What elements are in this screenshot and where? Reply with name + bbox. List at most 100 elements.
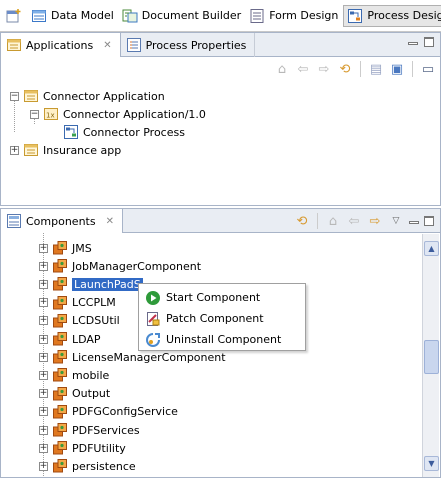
link-editor-icon[interactable]: ▣ [389, 61, 405, 77]
minimize-icon[interactable] [408, 41, 418, 45]
tab-components[interactable]: Components ✕ [1, 209, 123, 233]
view-menu-icon[interactable]: ▭ [420, 61, 436, 77]
tree-item-label: Connector Application [43, 89, 165, 103]
close-tab-icon[interactable]: ✕ [103, 40, 111, 51]
component-icon [53, 241, 67, 255]
perspective-form-design[interactable]: Form Design [246, 5, 343, 27]
scroll-up-button[interactable]: ▲ [424, 241, 439, 256]
component-item-label: LaunchPadS [72, 277, 143, 291]
component-icon [53, 404, 67, 419]
perspective-bar: Data Model Document Builder Form Design … [0, 0, 441, 32]
component-item[interactable]: + PDFUtility [39, 439, 126, 457]
applications-tab-row: Applications ✕ Process Properties [1, 33, 440, 57]
collapse-toggle[interactable]: − [10, 91, 19, 101]
tree-item-label: Connector Application/1.0 [63, 107, 206, 121]
collapse-all-icon[interactable]: ▤ [368, 61, 384, 77]
expand-toggle[interactable]: + [10, 145, 19, 155]
component-icon [53, 332, 67, 346]
component-item[interactable]: + LCCPLM [39, 294, 116, 312]
perspective-document-builder-label: Document Builder [141, 9, 242, 22]
component-item[interactable]: + Output [39, 385, 110, 403]
component-icon [53, 295, 67, 310]
expand-toggle[interactable]: + [39, 298, 48, 308]
tree-item-insurance-app[interactable]: + Insurance app [10, 141, 121, 159]
view-menu-icon[interactable]: ▽ [388, 213, 404, 229]
component-item-label: LCCPLM [72, 296, 116, 310]
component-item[interactable]: + LCDSUtil [39, 312, 120, 330]
component-icon [53, 459, 67, 473]
tab-process-properties[interactable]: Process Properties [121, 33, 256, 57]
tree-item-connector-process[interactable]: Connector Process [63, 123, 185, 141]
close-tab-icon[interactable]: ✕ [106, 216, 114, 227]
perspective-data-model[interactable]: Data Model [28, 5, 119, 27]
component-item-label: JobManagerComponent [72, 259, 202, 273]
expand-toggle[interactable]: + [39, 316, 48, 326]
expand-toggle[interactable]: + [39, 389, 48, 399]
component-item-label: JMS [72, 241, 92, 255]
toolbar-separator [317, 213, 318, 229]
component-icon [53, 386, 67, 401]
toolbar-separator [412, 61, 413, 77]
maximize-icon[interactable] [424, 37, 434, 47]
component-item-label: LicenseManagerComponent [72, 350, 226, 364]
tree-item-connector-application-version[interactable]: − 1x Connector Application/1.0 [30, 105, 206, 123]
expand-toggle[interactable]: + [39, 370, 48, 380]
perspective-open-button[interactable] [2, 5, 28, 27]
properties-icon [126, 38, 141, 52]
component-icon [53, 368, 67, 382]
component-item[interactable]: + persistence [39, 457, 136, 475]
minimize-icon[interactable] [409, 220, 419, 224]
home-icon[interactable]: ⌂ [274, 61, 290, 77]
scroll-down-button[interactable]: ▼ [424, 456, 439, 471]
component-item[interactable]: + JobManagerComponent [39, 257, 201, 275]
applications-toolbar: ⌂ ⇦ ⇨ ⟲ ▤ ▣ ▭ [1, 57, 440, 81]
perspective-process-design[interactable]: Process Design [343, 4, 441, 27]
component-item-label: mobile [72, 368, 110, 382]
component-item[interactable]: + PDFGConfigService [39, 403, 178, 421]
tree-item-label: Insurance app [43, 143, 122, 157]
home-icon[interactable]: ⌂ [325, 213, 341, 229]
perspective-document-builder[interactable]: Document Builder [119, 5, 246, 27]
expand-toggle[interactable]: + [39, 461, 48, 471]
form-design-icon [250, 8, 264, 23]
component-item[interactable]: + mobile [39, 366, 109, 384]
menu-item-start-component[interactable]: Start Component [139, 287, 305, 308]
menu-item-label: Patch Component [166, 312, 264, 325]
applications-icon [7, 39, 21, 51]
sync-icon[interactable]: ⟲ [337, 61, 353, 77]
expand-toggle[interactable]: + [39, 261, 48, 271]
process-design-icon [348, 8, 363, 23]
data-model-icon [32, 9, 46, 22]
expand-toggle[interactable]: + [39, 243, 48, 253]
expand-toggle[interactable]: + [39, 334, 48, 344]
component-item[interactable]: + JMS [39, 239, 92, 257]
menu-item-uninstall-component[interactable]: Uninstall Component [139, 329, 305, 350]
collapse-toggle[interactable]: − [30, 109, 39, 119]
tree-item-connector-application[interactable]: − Connector Application [10, 87, 165, 105]
components-scrollbar[interactable]: ▲ ▼ [422, 234, 439, 477]
component-item[interactable]: + LaunchPadS [39, 275, 143, 293]
refresh-icon[interactable]: ⟲ [294, 213, 310, 229]
component-item[interactable]: + PDFServices [39, 421, 140, 439]
tab-applications[interactable]: Applications ✕ [1, 33, 121, 57]
expand-toggle[interactable]: + [39, 425, 48, 435]
back-arrow-icon[interactable]: ⇦ [346, 213, 362, 229]
maximize-icon[interactable] [424, 216, 434, 226]
component-item-label: LCDSUtil [72, 314, 120, 328]
forward-arrow-icon[interactable]: ⇨ [316, 61, 332, 77]
component-item[interactable]: + LDAP [39, 330, 101, 348]
components-tab-row: Components ✕ ⟲ ⌂ ⇦ ⇨ ▽ [1, 209, 440, 233]
component-icon [53, 259, 67, 273]
tree-item-label: Connector Process [83, 125, 185, 139]
expand-toggle[interactable]: + [39, 407, 48, 417]
expand-toggle[interactable]: + [39, 352, 48, 362]
applications-window-controls [408, 37, 434, 47]
component-item-label: LDAP [72, 332, 101, 346]
back-arrow-icon[interactable]: ⇦ [295, 61, 311, 77]
scroll-thumb[interactable] [424, 340, 439, 374]
menu-item-patch-component[interactable]: Patch Component [139, 308, 305, 329]
expand-toggle[interactable]: + [39, 279, 48, 289]
expand-toggle[interactable]: + [39, 443, 48, 453]
forward-arrow-icon[interactable]: ⇨ [367, 213, 383, 229]
svg-text:1x: 1x [46, 112, 55, 120]
